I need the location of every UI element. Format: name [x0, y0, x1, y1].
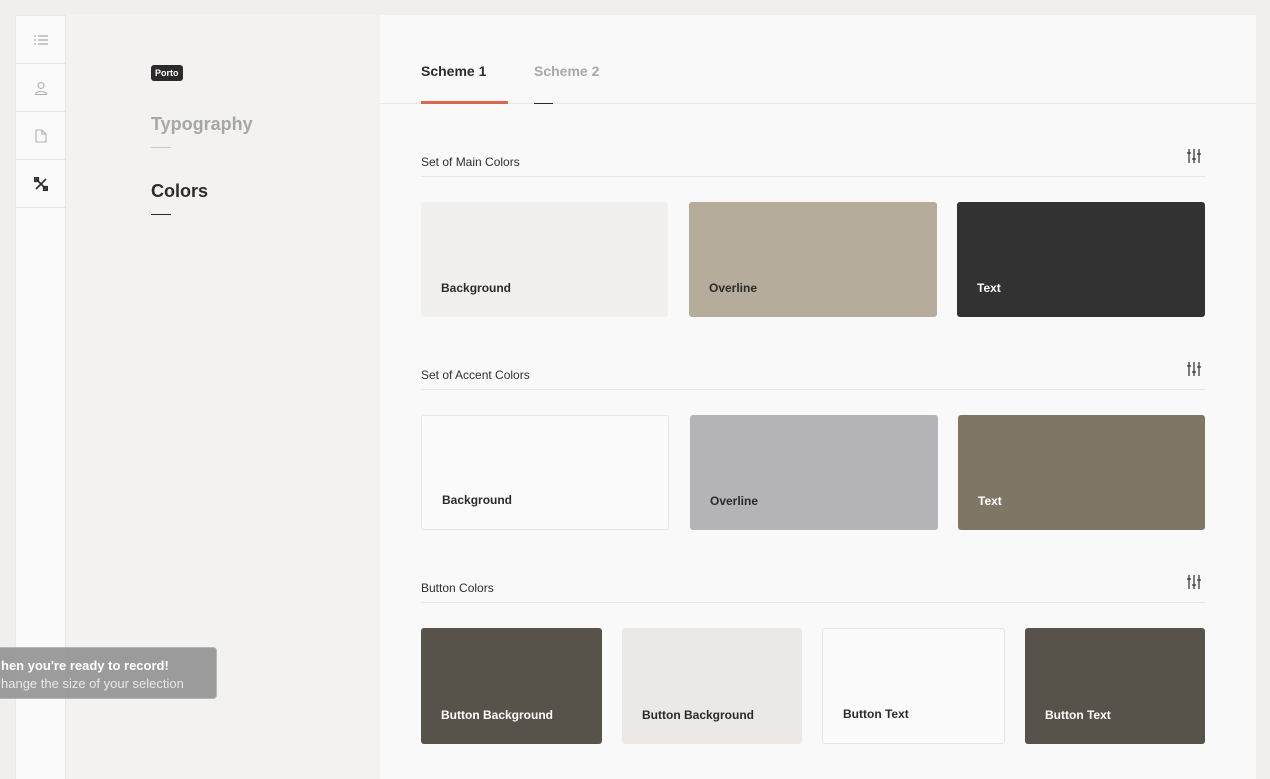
tab-scheme-2[interactable]: Scheme 2 [534, 63, 599, 79]
user-icon [34, 81, 48, 95]
swatch-button-background-dark[interactable]: Button Background [421, 628, 602, 744]
inactive-tab-indicator [534, 103, 553, 104]
swatch-label: Background [442, 493, 513, 507]
tools-icon [34, 176, 48, 191]
swatch-button-text-dark[interactable]: Button Text [1025, 628, 1205, 744]
sliders-icon[interactable] [1187, 362, 1201, 381]
swatch-button-background-light[interactable]: Button Background [622, 628, 802, 744]
section-accent-colors: Set of Accent Colors [421, 362, 1205, 390]
swatch-label: Text [977, 281, 1001, 295]
swatch-label: Button Background [642, 708, 754, 722]
rail-item-list[interactable] [16, 16, 66, 64]
rail-item-document[interactable] [16, 112, 66, 160]
swatch-label: Overline [709, 281, 758, 295]
rail-item-tools[interactable] [16, 160, 66, 208]
swatch-label: Button Text [843, 707, 909, 721]
swatch-label: Overline [710, 494, 759, 508]
section-title: Set of Main Colors [421, 155, 520, 169]
tooltip-subtitle: hange the size of your selection [1, 676, 184, 691]
swatch-label: Background [441, 281, 512, 295]
swatch-accent-text[interactable]: Text [958, 415, 1205, 530]
nav-typography-underline [151, 147, 171, 148]
swatch-accent-overline[interactable]: Overline [690, 415, 938, 530]
section-title: Button Colors [421, 581, 494, 595]
sliders-icon[interactable] [1187, 149, 1201, 168]
section-button-colors: Button Colors [421, 575, 1205, 603]
nav-colors[interactable]: Colors [151, 181, 208, 202]
swatch-main-background[interactable]: Background [421, 202, 668, 317]
swatch-label: Text [978, 494, 1002, 508]
tooltip-title: hen you're ready to record! [1, 658, 169, 673]
main-content: Scheme 1 Scheme 2 Set of Main Colors Bac… [380, 15, 1256, 779]
tab-scheme-1[interactable]: Scheme 1 [421, 63, 486, 79]
nav-typography[interactable]: Typography [151, 114, 253, 135]
swatch-label: Button Text [1045, 708, 1111, 722]
sliders-icon[interactable] [1187, 575, 1201, 594]
recording-tooltip: hen you're ready to record! hange the si… [0, 647, 217, 699]
scheme-tabs: Scheme 1 Scheme 2 [380, 15, 1256, 104]
section-title: Set of Accent Colors [421, 368, 530, 382]
swatch-main-overline[interactable]: Overline [689, 202, 937, 317]
swatch-button-text-light[interactable]: Button Text [822, 628, 1005, 744]
section-main-colors: Set of Main Colors [421, 149, 1205, 177]
swatch-accent-background[interactable]: Background [421, 415, 669, 530]
active-tab-indicator [421, 101, 508, 104]
swatch-main-text[interactable]: Text [957, 202, 1205, 317]
theme-badge: Porto [151, 65, 183, 81]
list-icon [34, 34, 48, 45]
rail-item-user[interactable] [16, 64, 66, 112]
document-icon [34, 128, 48, 143]
swatch-label: Button Background [441, 708, 553, 722]
nav-colors-underline [151, 214, 171, 215]
